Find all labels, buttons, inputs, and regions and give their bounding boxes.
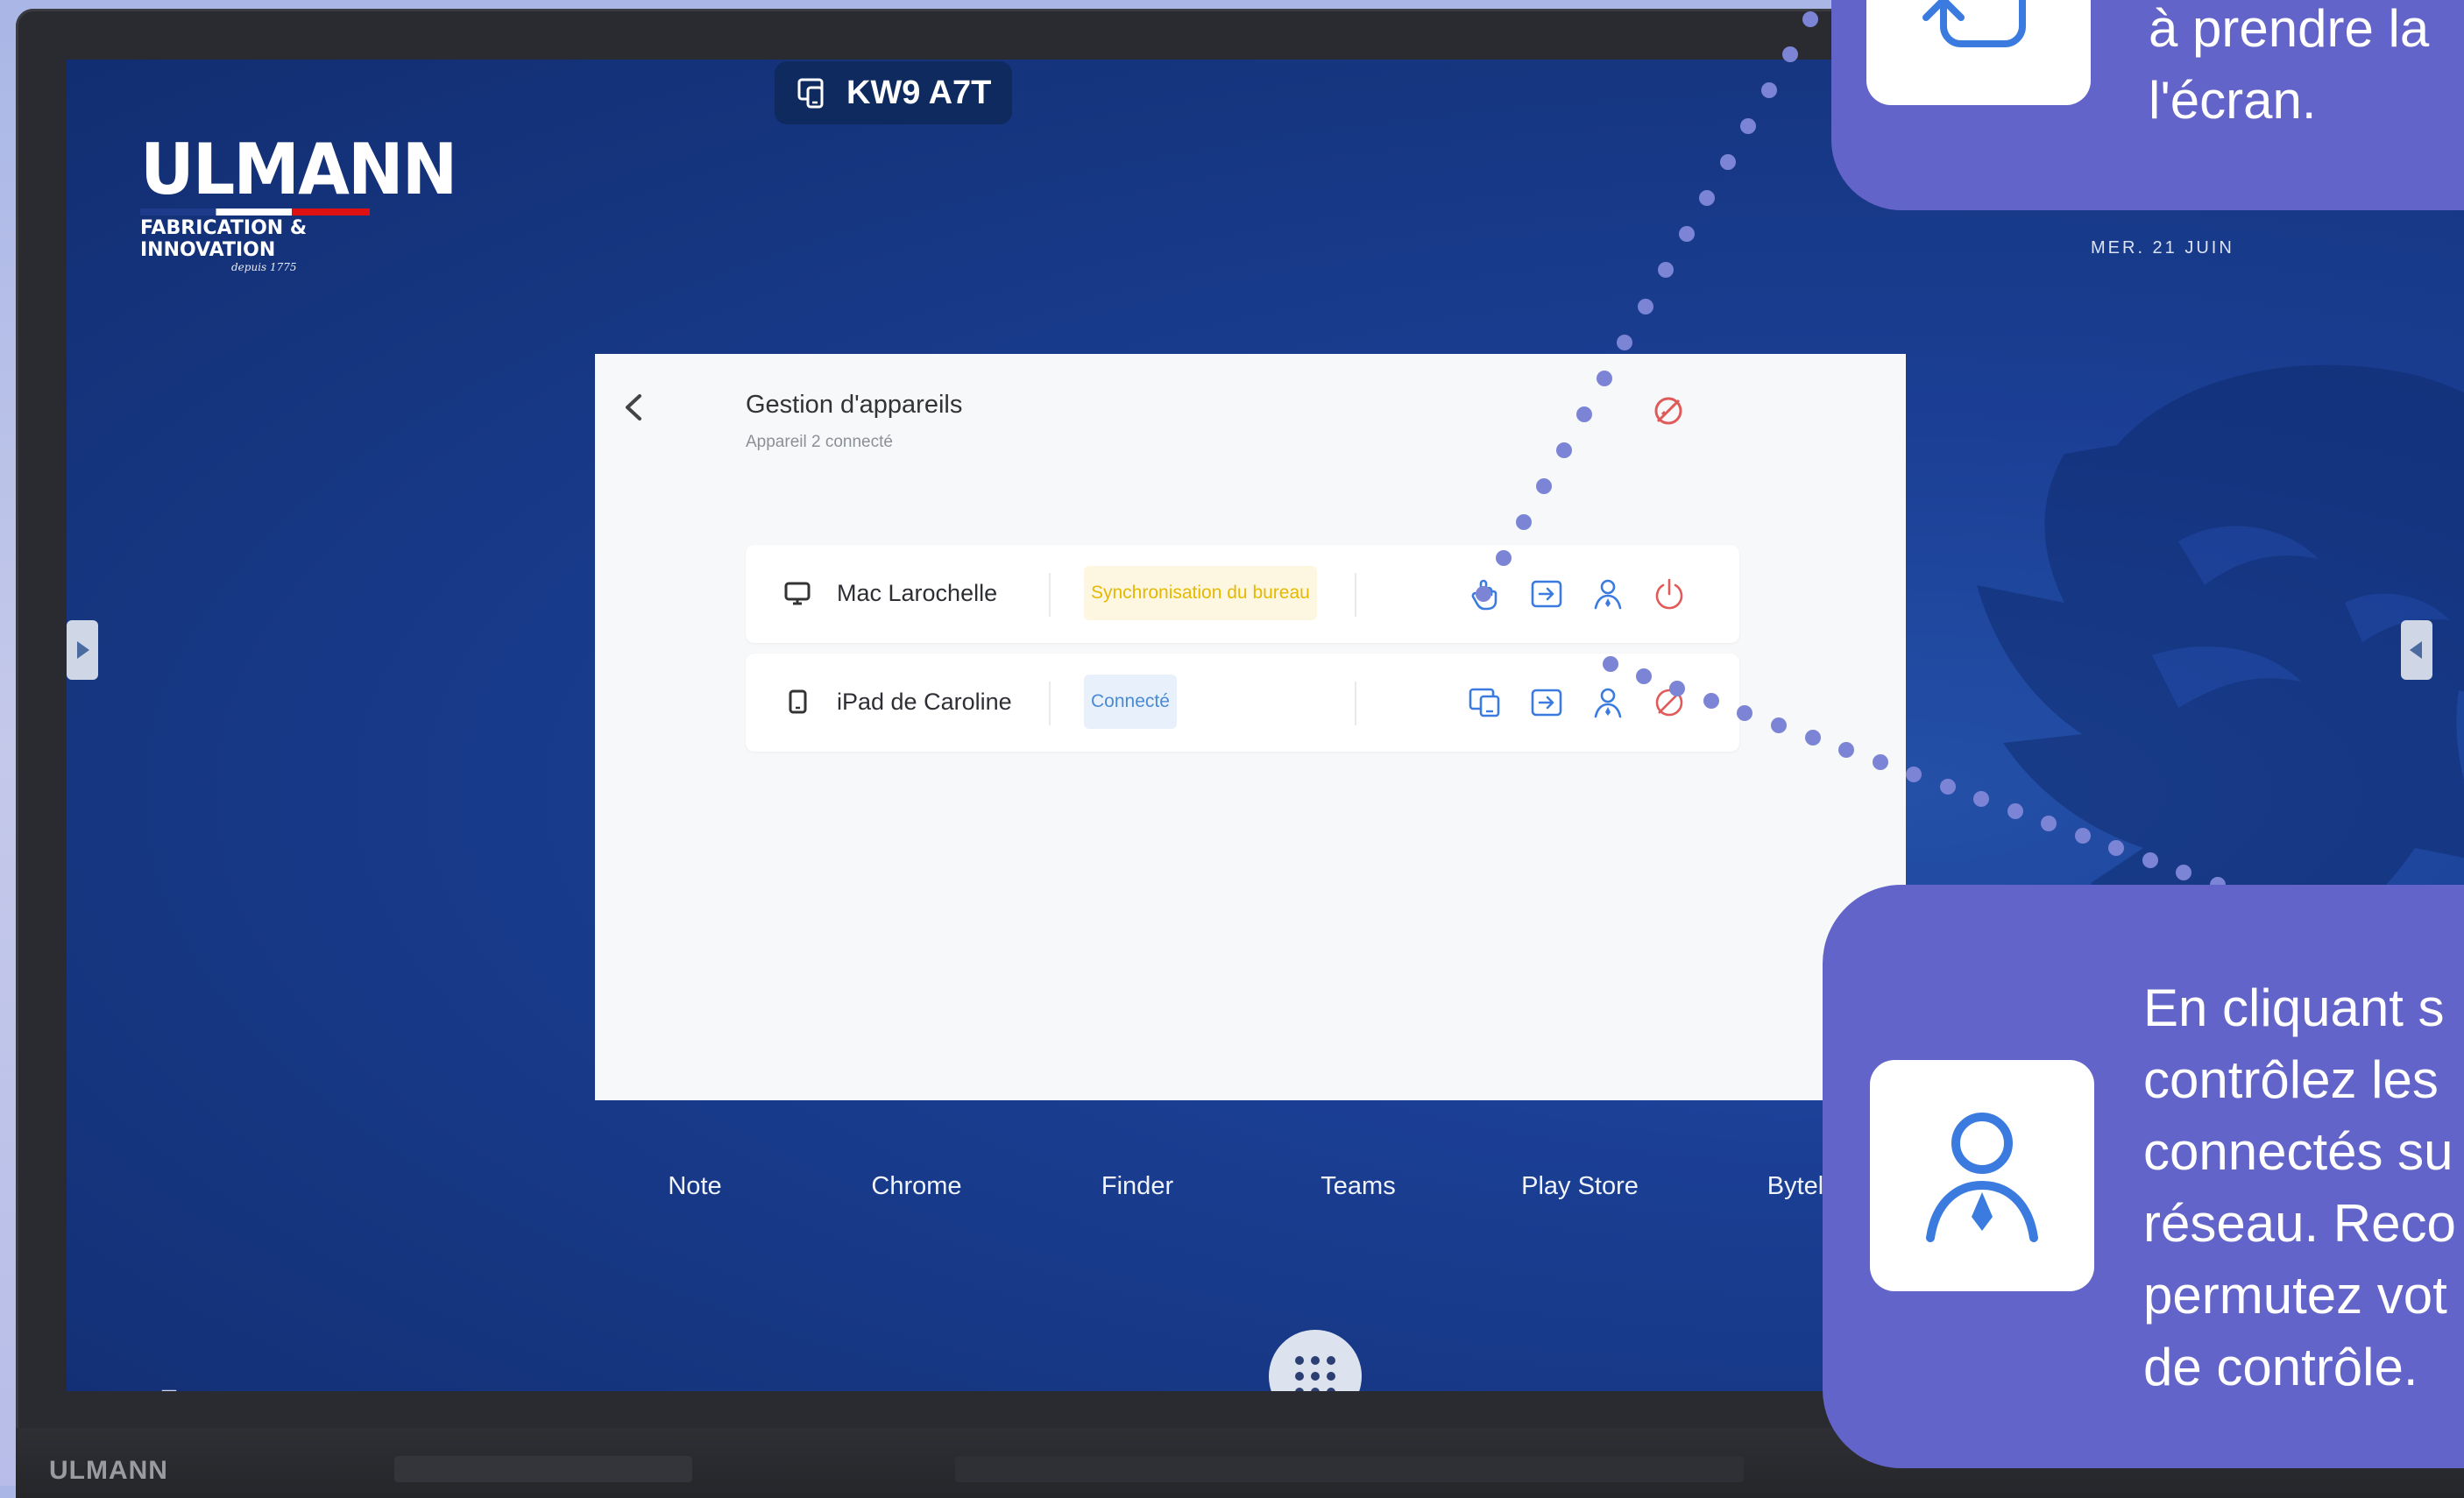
back-chevron-icon[interactable]	[616, 389, 653, 426]
callout-text-line: de contrôle.	[2143, 1338, 2418, 1396]
triangle-left-icon	[2410, 641, 2422, 659]
device-row-ipad[interactable]: iPad de Caroline Connecté	[746, 654, 1739, 752]
dock-app-finder[interactable]: Finder	[1101, 1172, 1173, 1201]
network-icon[interactable]	[147, 1388, 191, 1391]
callout-text-line: permutez vot	[2143, 1266, 2447, 1325]
callout-text-line: En cliquant s	[2143, 979, 2445, 1037]
divider	[1049, 682, 1051, 725]
user-control-icon	[1926, 1113, 2038, 1242]
device-name: iPad de Caroline	[837, 689, 1012, 715]
divider	[1355, 682, 1356, 725]
user-control-icon[interactable]	[1589, 683, 1627, 722]
panel-subtitle: Appareil 2 connecté	[746, 433, 893, 451]
left-edge-tab[interactable]	[67, 620, 98, 680]
disconnect-icon[interactable]	[1650, 683, 1689, 722]
speaker-grille	[955, 1456, 1744, 1482]
take-screen-icon	[1922, 0, 2026, 47]
dock-app-teams[interactable]: Teams	[1321, 1172, 1395, 1201]
device-name: KW9 A7T	[846, 74, 992, 111]
panel-title: Gestion d'appareils	[746, 391, 963, 419]
callout-card-bottom: En cliquant s contrôlez les connectés su…	[1823, 885, 2464, 1468]
callout-icon-box	[1866, 0, 2091, 105]
callout-text-line: contrôlez les	[2143, 1050, 2439, 1109]
mirror-screen-icon[interactable]	[1466, 683, 1505, 722]
dock-app-chrome[interactable]: Chrome	[871, 1172, 961, 1201]
callout-text-line: à prendre la	[2149, 0, 2430, 58]
logo-tagline: FABRICATION & INNOVATION	[140, 217, 308, 261]
touch-control-icon[interactable]	[1466, 575, 1505, 613]
bezel-brand: ULMANN	[49, 1456, 168, 1485]
divider	[1049, 573, 1051, 617]
status-badge: Connecté	[1084, 675, 1177, 729]
share-screen-in-icon[interactable]	[1527, 575, 1566, 613]
divider	[1355, 573, 1356, 617]
status-badge: Synchronisation du bureau	[1084, 566, 1317, 620]
share-screen-in-icon[interactable]	[1527, 683, 1566, 722]
callout-icon-box	[1870, 1060, 2094, 1291]
device-name-pill[interactable]: KW9 A7T	[775, 61, 1013, 124]
device-row-mac[interactable]: Mac Larochelle Synchronisation du bureau	[746, 545, 1739, 643]
app-launcher-button[interactable]	[1269, 1330, 1362, 1391]
tablet-icon	[789, 689, 807, 714]
triangle-right-icon	[77, 641, 89, 659]
logo-wordmark: ULMANN	[140, 129, 457, 210]
callout-text-line: réseau. Reco	[2143, 1194, 2456, 1253]
ulmann-logo: ULMANN FABRICATION & INNOVATION depuis 1…	[140, 129, 457, 273]
callout-text-line: l'écran.	[2149, 71, 2317, 130]
wifi-icon[interactable]	[205, 1388, 249, 1391]
desktop-icon	[784, 582, 811, 605]
logo-since: depuis 1775	[231, 261, 297, 273]
device-management-panel: Gestion d'appareils Appareil 2 connecté …	[595, 354, 1906, 1100]
user-control-icon[interactable]	[1589, 575, 1627, 613]
device-name: Mac Larochelle	[837, 580, 998, 606]
power-icon[interactable]	[1650, 575, 1689, 613]
callout-text-line: connectés su	[2143, 1122, 2453, 1181]
date-label: MER. 21 JUIN	[2091, 238, 2234, 258]
cast-device-icon	[797, 78, 824, 109]
dock-app-note[interactable]: Note	[668, 1172, 721, 1201]
speaker-grille	[394, 1456, 692, 1482]
callout-card-top: à prendre la l'écran.	[1831, 0, 2464, 210]
grid-dots-icon	[1295, 1356, 1335, 1391]
disconnect-all-icon[interactable]	[1650, 392, 1687, 429]
cloud-icon[interactable]	[88, 1388, 131, 1391]
right-edge-tab[interactable]	[2401, 620, 2432, 680]
dock-app-play-store[interactable]: Play Store	[1521, 1172, 1639, 1201]
hotspot-icon[interactable]	[263, 1388, 307, 1391]
